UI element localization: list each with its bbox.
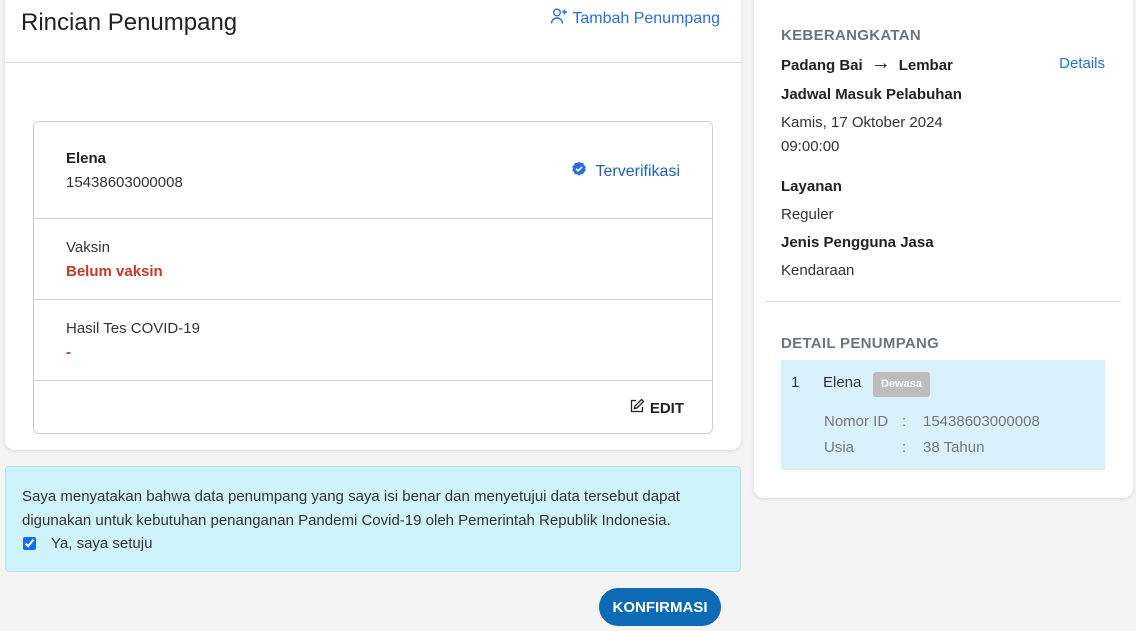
age-label: Usia: [824, 439, 855, 456]
route: Padang Bai → Lembar: [781, 52, 953, 75]
edit-label: EDIT: [649, 399, 684, 417]
departure-heading: KEBERANGKATAN: [781, 27, 922, 44]
consent-checkbox-label[interactable]: Ya, saya setuju: [51, 535, 152, 552]
edit-section: EDIT: [34, 381, 712, 433]
schedule-label: Jadwal Masuk Pelabuhan: [781, 86, 962, 103]
passenger-category-badge: Dewasa: [873, 372, 930, 397]
verified-label: Terverifikasi: [595, 162, 680, 180]
page-title: Rincian Penumpang: [21, 9, 238, 36]
passenger-identity-section: Elena 15438603000008 Terverifikasi: [34, 122, 712, 219]
add-passenger-button[interactable]: Tambah Penumpang: [550, 7, 720, 30]
trip-summary-card: KEBERANGKATAN Padang Bai → Lembar Detail…: [754, 0, 1133, 498]
service-label: Layanan: [781, 178, 842, 195]
user-type-label: Jenis Pengguna Jasa: [781, 234, 934, 251]
vaccine-label: Vaksin: [66, 239, 110, 256]
passenger-id: 15438603000008: [66, 174, 183, 191]
schedule-date: Kamis, 17 Oktober 2024: [781, 114, 943, 131]
edit-icon: [629, 398, 645, 418]
add-passenger-label: Tambah Penumpang: [572, 9, 720, 27]
passenger-number: 1: [791, 374, 800, 391]
user-plus-icon: [550, 7, 568, 30]
covid-test-value: -: [66, 344, 71, 361]
age-value: 38 Tahun: [923, 439, 985, 456]
vaccine-section: Vaksin Belum vaksin: [34, 219, 712, 300]
passenger-detail-heading: DETAIL PENUMPANG: [781, 335, 940, 352]
passenger-summary-item: 1 Elena Dewasa Nomor ID : 15438603000008…: [781, 360, 1105, 470]
arrow-right-icon: →: [870, 52, 891, 74]
age-colon: :: [902, 439, 907, 456]
schedule-time: 09:00:00: [781, 138, 840, 155]
consent-checkbox[interactable]: [23, 537, 36, 550]
id-label: Nomor ID: [824, 413, 889, 430]
edit-button[interactable]: EDIT: [629, 398, 684, 418]
details-link[interactable]: Details: [1059, 55, 1105, 72]
route-origin: Padang Bai: [781, 56, 863, 74]
passenger-summary-name: Elena: [823, 374, 862, 391]
confirm-button[interactable]: KONFIRMASI: [599, 588, 721, 626]
consent-text: Saya menyatakan bahwa data penumpang yan…: [22, 488, 680, 529]
route-destination: Lembar: [898, 56, 953, 74]
verified-status: Terverifikasi: [571, 161, 680, 182]
consent-alert: Saya menyatakan bahwa data penumpang yan…: [5, 466, 741, 572]
user-type-value: Kendaraan: [781, 262, 855, 279]
divider: [765, 301, 1121, 302]
id-colon: :: [902, 413, 907, 430]
passenger-details-card: Rincian Penumpang Tambah Penumpang Elena…: [5, 0, 741, 450]
id-value: 15438603000008: [923, 413, 1040, 430]
passenger-name: Elena: [66, 150, 107, 167]
covid-test-section: Hasil Tes COVID-19 -: [34, 300, 712, 381]
service-value: Reguler: [781, 206, 834, 223]
verified-badge-icon: [571, 161, 587, 182]
card-header: Rincian Penumpang Tambah Penumpang: [5, 0, 741, 63]
vaccine-value: Belum vaksin: [66, 263, 163, 280]
passenger-info-box: Elena 15438603000008 Terverifikasi Vaksi…: [33, 121, 713, 434]
covid-test-label: Hasil Tes COVID-19: [66, 320, 200, 337]
